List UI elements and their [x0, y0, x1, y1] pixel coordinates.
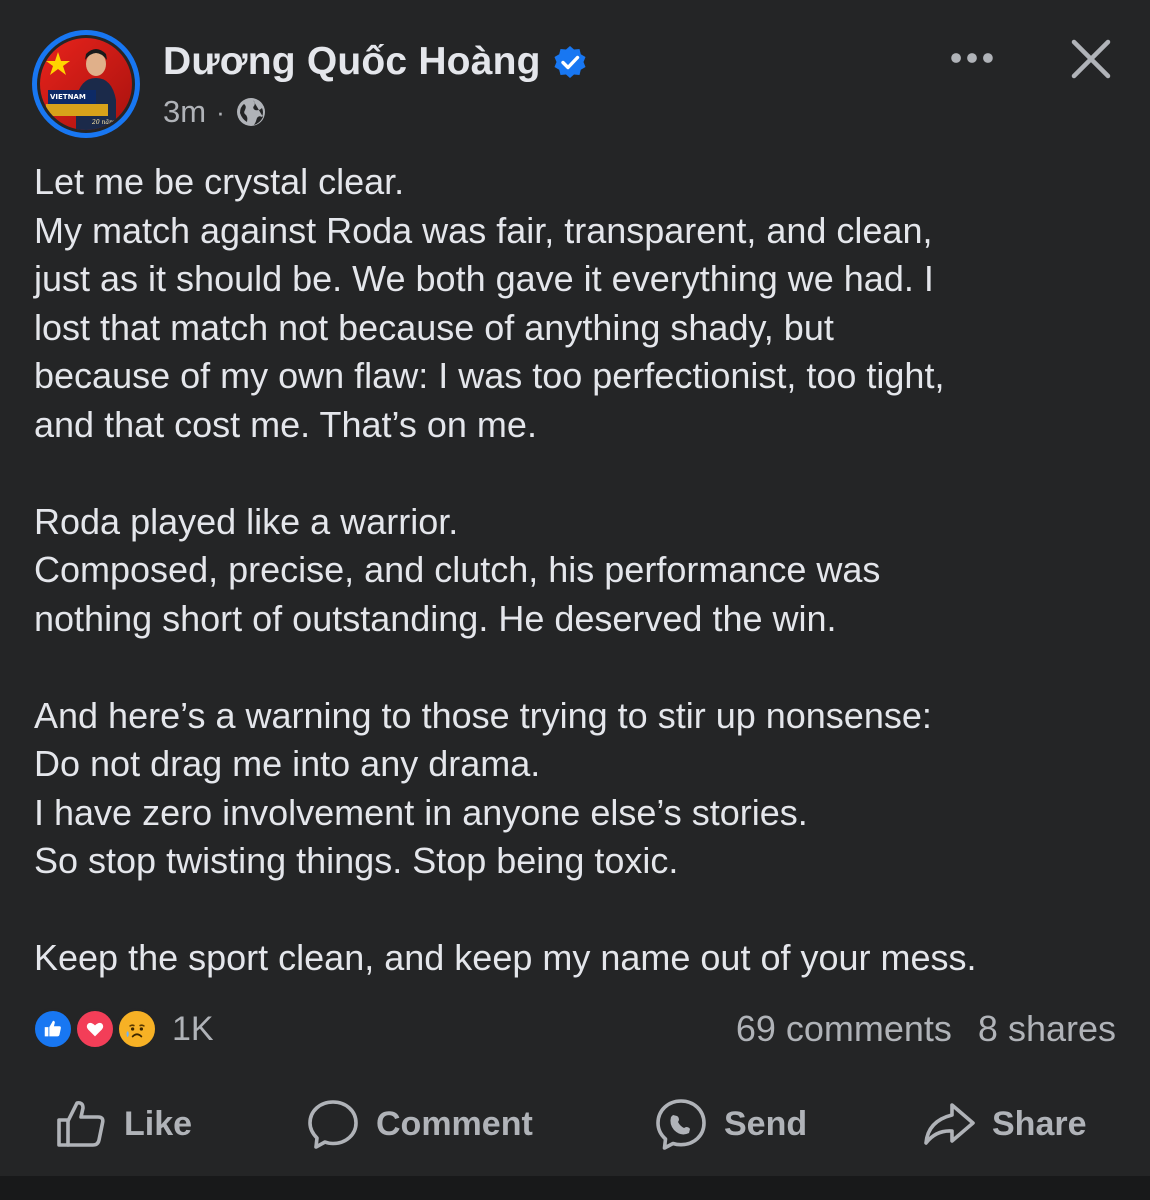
post-text: Let me be crystal clear. My match agains… — [34, 158, 1124, 983]
messenger-send-icon — [656, 1099, 706, 1150]
text-line: Keep the sport clean, and keep my name o… — [34, 937, 977, 978]
verified-badge-icon — [553, 45, 587, 79]
care-reaction-icon — [116, 1008, 158, 1050]
post-card: VIETNAM 20 năm Dương Quốc Hoàng 3m · Let… — [0, 0, 1150, 1176]
text-line: Let me be crystal clear. — [34, 161, 405, 202]
avatar-photo: VIETNAM 20 năm — [40, 38, 132, 130]
engagement-stats: 69 comments 8 shares — [736, 1006, 1116, 1052]
comment-button[interactable]: Comment — [306, 1090, 533, 1158]
text-line: My match against Roda was fair, transpar… — [34, 209, 933, 251]
share-arrow-icon — [924, 1103, 975, 1145]
close-icon — [1071, 39, 1111, 79]
share-button[interactable]: Share — [922, 1090, 1087, 1158]
author-name[interactable]: Dương Quốc Hoàng — [163, 40, 541, 84]
more-dots-icon — [951, 53, 993, 63]
post-paragraph: Roda played like a warrior. Composed, pr… — [34, 498, 1124, 644]
globe-icon[interactable] — [235, 96, 267, 128]
reaction-count: 1K — [172, 1009, 214, 1048]
reaction-icons — [32, 1006, 164, 1052]
more-options-button[interactable] — [946, 36, 998, 80]
text-line: lost that match not because of anything … — [34, 306, 834, 348]
text-line: Roda played like a warrior. — [34, 500, 459, 542]
share-label: Share — [992, 1104, 1087, 1143]
post-meta: 3m · — [163, 92, 267, 132]
like-reaction-icon — [32, 1008, 74, 1050]
post-paragraph: Let me be crystal clear. My match agains… — [34, 158, 1124, 449]
text-line: So stop twisting things. Stop being toxi… — [34, 840, 679, 881]
send-button[interactable]: Send — [654, 1090, 807, 1158]
comments-count-link[interactable]: 69 comments — [736, 1008, 952, 1050]
text-line: and that cost me. That’s on me. — [34, 403, 537, 445]
text-line: because of my own flaw: I was too perfec… — [34, 355, 945, 396]
post-time[interactable]: 3m — [163, 94, 206, 130]
comment-bubble-icon — [308, 1100, 358, 1149]
thumbs-up-icon — [57, 1101, 105, 1147]
post-paragraph: Keep the sport clean, and keep my name o… — [34, 934, 1124, 983]
author-avatar[interactable]: VIETNAM 20 năm — [32, 30, 140, 138]
text-line: just as it should be. We both gave it ev… — [34, 258, 934, 299]
send-label: Send — [724, 1104, 808, 1143]
bottom-edge — [0, 1176, 1150, 1200]
avatar-badge-text: VIETNAM — [50, 93, 86, 101]
love-reaction-icon — [74, 1008, 116, 1050]
text-line: nothing short of outstanding. He deserve… — [34, 597, 837, 639]
text-line: Do not drag me into any drama. — [34, 743, 541, 784]
text-line: I have zero involvement in anyone else’s… — [34, 791, 808, 833]
meta-separator: · — [216, 96, 225, 127]
text-line: Composed, precise, and clutch, his perfo… — [34, 549, 881, 590]
author-row: Dương Quốc Hoàng — [163, 38, 587, 86]
comment-label: Comment — [376, 1104, 533, 1143]
post-paragraph: And here’s a warning to those trying to … — [34, 692, 1124, 886]
shares-count-link[interactable]: 8 shares — [978, 1008, 1116, 1050]
close-button[interactable] — [1064, 32, 1118, 86]
like-label: Like — [124, 1104, 193, 1143]
avatar-image: VIETNAM 20 năm — [37, 35, 135, 133]
text-line: And here’s a warning to those trying to … — [34, 694, 932, 736]
action-bar: Like Comment Send Share — [0, 1090, 1150, 1158]
avatar-years-text: 20 năm — [91, 119, 115, 126]
reactions-summary[interactable]: 1K — [32, 1006, 214, 1052]
like-button[interactable]: Like — [54, 1090, 192, 1158]
